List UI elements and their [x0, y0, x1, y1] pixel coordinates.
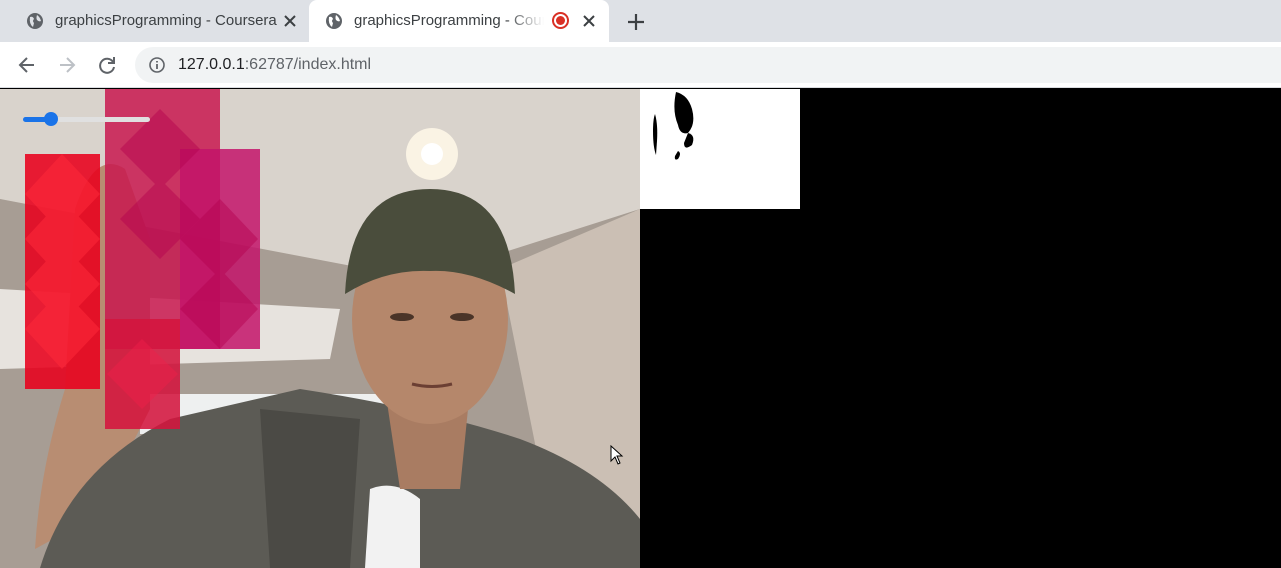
tab-coursera-1[interactable]: graphicsProgramming - Coursera	[0, 0, 308, 42]
tab-strip: graphicsProgramming - Coursera graphicsP…	[0, 0, 1281, 42]
threshold-slider[interactable]	[23, 112, 150, 126]
close-icon[interactable]	[581, 13, 597, 29]
webcam-canvas	[0, 89, 640, 568]
url-host: 127.0.0.1	[178, 56, 245, 73]
page-content	[0, 89, 1281, 568]
globe-icon	[326, 13, 342, 29]
url-text: 127.0.0.1:62787/index.html	[178, 56, 371, 74]
forward-arrow-icon[interactable]	[56, 54, 78, 76]
mouse-cursor-icon	[610, 445, 624, 465]
tab-title: graphicsProgramming - Coursera	[354, 12, 544, 29]
webcam-scene	[0, 89, 640, 568]
browser-toolbar: 127.0.0.1:62787/index.html	[0, 42, 1281, 88]
address-bar[interactable]: 127.0.0.1:62787/index.html	[135, 47, 1281, 83]
threshold-mask-canvas	[640, 89, 800, 209]
close-icon[interactable]	[282, 13, 298, 29]
slider-thumb[interactable]	[44, 112, 58, 126]
mask-blobs	[653, 92, 694, 160]
plus-icon[interactable]	[624, 10, 648, 34]
recording-indicator-icon	[552, 12, 569, 29]
tab-coursera-2-active[interactable]: graphicsProgramming - Coursera	[309, 0, 609, 42]
globe-icon	[27, 13, 43, 29]
tab-title: graphicsProgramming - Coursera	[55, 12, 277, 29]
url-path: :62787/index.html	[244, 56, 372, 73]
back-arrow-icon[interactable]	[16, 54, 38, 76]
info-icon[interactable]	[149, 57, 165, 73]
reload-icon[interactable]	[96, 54, 118, 76]
